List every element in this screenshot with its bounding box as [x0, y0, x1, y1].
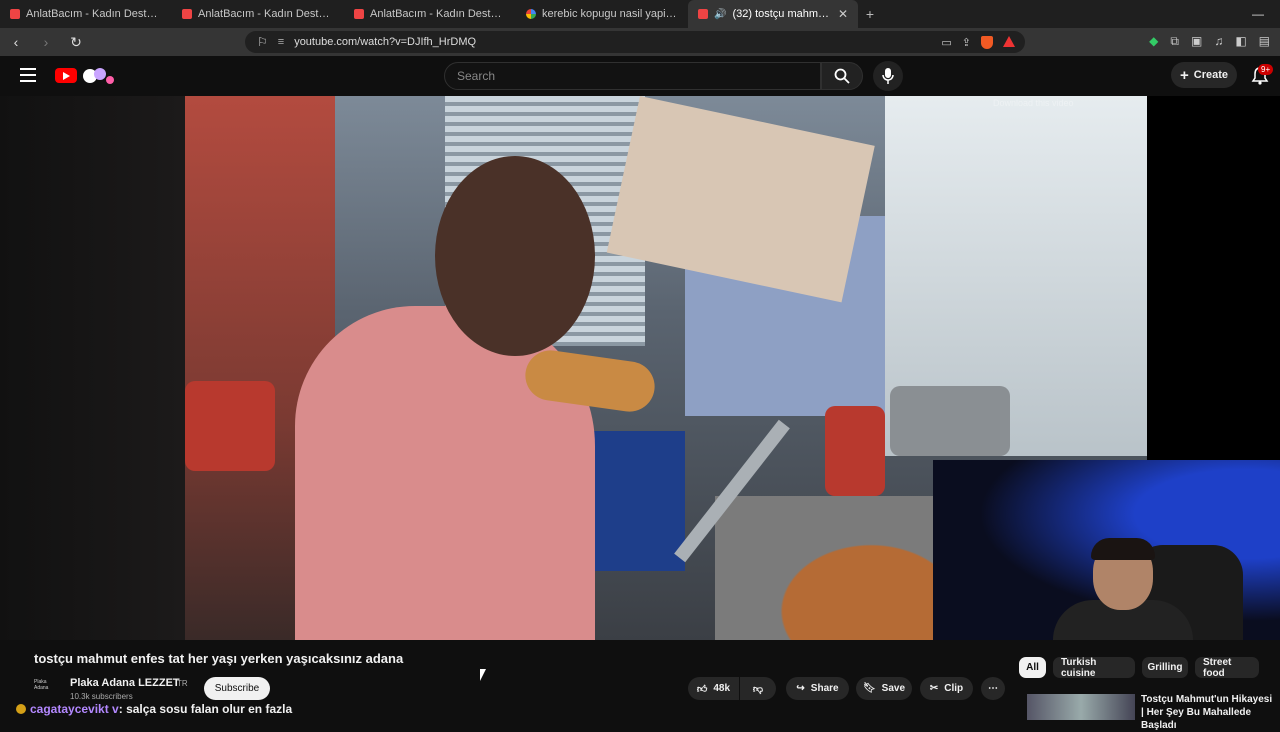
subscribe-button[interactable]: Subscribe	[204, 677, 270, 700]
chat-username: cagataycevikt v	[30, 702, 119, 716]
video-scene-can	[185, 381, 275, 471]
thumbs-up-icon: 👍︎	[696, 683, 708, 695]
chip-turkish-cuisine[interactable]: Turkish cuisine	[1053, 657, 1135, 679]
tab-label: AnlatBacım - Kadın Destek Platformu	[370, 8, 506, 20]
music-icon[interactable]: ♫	[1214, 34, 1223, 49]
page-favicon-icon	[10, 9, 20, 19]
download-overlay[interactable]: Download this video	[993, 98, 1143, 112]
page-favicon-icon	[354, 9, 364, 19]
search-placeholder: Search	[457, 69, 496, 83]
chip-grilling[interactable]: Grilling	[1142, 657, 1188, 678]
like-count: 48k	[713, 683, 731, 694]
browser-tab[interactable]: AnlatBacım - Kadın Destek Platformu	[172, 0, 344, 28]
doodle-icon[interactable]	[80, 66, 116, 86]
video-scene-cardboard	[606, 96, 875, 303]
extension-icon[interactable]: ◆	[1149, 34, 1158, 49]
tab-label: (32) tostçu mahmut enfes tat	[732, 8, 831, 20]
like-button[interactable]: 👍︎ 48k	[688, 677, 739, 700]
channel-avatar[interactable]: Plaka Adana	[34, 678, 62, 692]
thumbs-down-icon: 👎︎	[752, 683, 764, 695]
browser-tab[interactable]: AnlatBacım - Kadın Destek Platformu	[0, 0, 172, 28]
share-icon: ↪	[796, 683, 805, 694]
profile-icon[interactable]: ▤	[1259, 34, 1270, 49]
google-favicon-icon	[526, 9, 536, 19]
webcam-overlay	[933, 460, 1280, 640]
sidebar-icon[interactable]: ◧	[1235, 34, 1246, 49]
brave-shield-icon[interactable]	[981, 35, 993, 49]
cast-icon[interactable]: ▭	[941, 36, 951, 49]
forward-icon[interactable]: ›	[38, 34, 54, 50]
mouse-cursor-icon	[480, 669, 486, 681]
menu-icon[interactable]	[20, 68, 36, 82]
notifications-badge: 9+	[1258, 64, 1274, 75]
address-bar[interactable]: ⚐ ≡ youtube.com/watch?v=DJIfh_HrDMQ ▭ ⇪	[245, 31, 1025, 53]
extensions-area: ◆ ⧉ ▣ ♫ ◧ ▤	[1149, 34, 1270, 49]
youtube-logo-icon[interactable]	[55, 68, 77, 83]
youtube-header: Search + Create	[0, 56, 1280, 96]
browser-tab[interactable]: AnlatBacım - Kadın Destek Platformu	[344, 0, 516, 28]
subscriber-count: 10.3k subscribers	[70, 692, 133, 701]
share-page-icon[interactable]: ⇪	[962, 36, 971, 49]
share-button[interactable]: ↪ Share	[786, 677, 849, 700]
clip-button[interactable]: ✂ Clip	[920, 677, 973, 700]
search-button[interactable]	[821, 62, 863, 90]
stream-chat-message: cagataycevikt v: salça sosu falan olur e…	[16, 702, 292, 716]
recommendation-thumbnail[interactable]	[1027, 694, 1135, 720]
video-title: tostçu mahmut enfes tat her yaşı yerken …	[34, 651, 404, 666]
chat-badge-icon	[16, 704, 26, 714]
extensions-puzzle-icon[interactable]: ⧉	[1170, 34, 1179, 49]
webcam-hair	[1091, 538, 1155, 560]
share-label: Share	[810, 683, 839, 694]
chip-street-food[interactable]: Street food	[1195, 657, 1259, 679]
browser-tab[interactable]: kerebic kopugu nasil yapilir - Google	[516, 0, 688, 28]
channel-name[interactable]: Plaka Adana LEZZET	[70, 677, 180, 689]
chat-text: : salça sosu falan olur en fazla	[118, 702, 293, 716]
new-tab-button[interactable]: +	[858, 6, 882, 22]
url-text: youtube.com/watch?v=DJIfh_HrDMQ	[294, 36, 477, 48]
scissors-icon: ✂	[929, 683, 939, 694]
create-label: Create	[1193, 69, 1228, 81]
tab-label: kerebic kopugu nasil yapilir - Google	[542, 8, 678, 20]
clip-label: Clip	[944, 683, 964, 694]
close-tab-icon[interactable]: ✕	[838, 7, 848, 21]
video-scene-head	[435, 156, 595, 356]
microphone-icon	[882, 68, 894, 84]
save-icon: 🔖︎	[862, 683, 876, 694]
bookmark-icon[interactable]: ⚐	[257, 35, 268, 49]
window-controls-icon[interactable]: —	[1252, 7, 1280, 21]
dislike-button[interactable]: 👎︎	[740, 677, 776, 700]
page-favicon-icon	[182, 9, 192, 19]
youtube-favicon-icon	[698, 9, 708, 19]
site-settings-icon[interactable]: ≡	[278, 36, 284, 48]
back-icon[interactable]: ‹	[8, 34, 24, 50]
rewards-icon[interactable]	[1003, 35, 1015, 47]
plus-icon: +	[1179, 66, 1189, 84]
save-button[interactable]: 🔖︎ Save	[856, 677, 912, 700]
chip-all[interactable]: All	[1019, 657, 1046, 678]
audio-icon[interactable]: 🔊	[714, 9, 726, 20]
video-scene-can	[825, 406, 885, 496]
more-actions-button[interactable]: ⋯	[981, 677, 1005, 700]
more-icon: ⋯	[988, 683, 998, 694]
wallet-icon[interactable]: ▣	[1191, 34, 1202, 49]
video-scene-pot	[890, 386, 1010, 456]
ambient-left	[0, 96, 185, 640]
browser-toolbar: ‹ › ↻ ⚐ ≡ youtube.com/watch?v=DJIfh_HrDM…	[0, 28, 1280, 56]
create-button[interactable]: + Create	[1171, 62, 1237, 88]
search-icon	[834, 68, 850, 84]
voice-search-button[interactable]	[873, 61, 903, 91]
reload-icon[interactable]: ↻	[68, 34, 84, 51]
browser-tab-active[interactable]: 🔊 (32) tostçu mahmut enfes tat ✕	[688, 0, 858, 28]
channel-country: TR	[177, 679, 188, 688]
save-label: Save	[881, 683, 906, 694]
search-input[interactable]: Search	[444, 62, 821, 90]
recommendation-title[interactable]: Tostçu Mahmut'un Hikayesi | Her Şey Bu M…	[1141, 693, 1273, 732]
tab-label: AnlatBacım - Kadın Destek Platformu	[198, 8, 334, 20]
browser-tab-strip: AnlatBacım - Kadın Destek Platformu Anla…	[0, 0, 1280, 28]
tab-label: AnlatBacım - Kadın Destek Platformu	[26, 8, 162, 20]
